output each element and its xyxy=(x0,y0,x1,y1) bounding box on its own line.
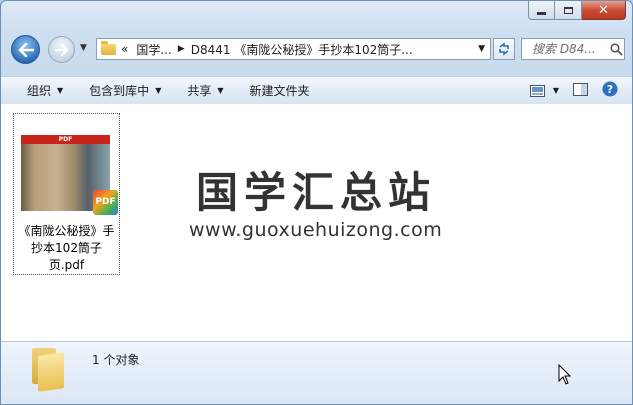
chevron-down-icon: ▼ xyxy=(57,86,64,95)
maximize-icon xyxy=(563,6,573,14)
new-folder-button[interactable]: 新建文件夹 xyxy=(241,77,319,104)
file-item[interactable]: PDF PDF 《南陇公秘授》手抄本102筒子页.pdf xyxy=(13,113,120,275)
help-icon: ? xyxy=(602,81,618,97)
help-button[interactable]: ? xyxy=(602,81,618,100)
include-in-library-menu[interactable]: 包含到库中 ▼ xyxy=(80,77,170,104)
thumbnail-header: PDF xyxy=(21,135,110,144)
file-name[interactable]: 《南陇公秘授》手抄本102筒子页.pdf xyxy=(14,223,119,274)
new-folder-label: 新建文件夹 xyxy=(249,84,310,98)
search-icon[interactable] xyxy=(610,42,623,56)
navigation-bar: ▼ « 国学... ▶ D8441 《南陇公秘授》手抄本102筒子... ▼ xyxy=(1,35,632,67)
breadcrumb-chevron-icon[interactable]: ▶ xyxy=(178,44,185,54)
maximize-button[interactable] xyxy=(555,1,582,20)
view-icon xyxy=(529,84,545,97)
breadcrumb-overflow[interactable]: « xyxy=(121,42,128,56)
caption-buttons: ✕ xyxy=(528,1,626,20)
chevron-down-icon: ▼ xyxy=(155,86,162,95)
recent-pages-dropdown[interactable]: ▼ xyxy=(80,43,87,53)
change-view-button[interactable]: ▼ xyxy=(529,84,559,97)
file-list-area[interactable]: PDF PDF 《南陇公秘授》手抄本102筒子页.pdf 国学汇总站 www.g… xyxy=(1,104,632,341)
forward-button[interactable] xyxy=(48,36,75,63)
refresh-icon xyxy=(499,42,509,56)
mouse-cursor-icon xyxy=(558,364,572,385)
details-pane: 1 个对象 xyxy=(1,341,632,404)
item-count: 1 个对象 xyxy=(92,353,140,367)
svg-text:?: ? xyxy=(607,83,613,96)
folder-icon xyxy=(28,348,71,392)
breadcrumb-item-current[interactable]: D8441 《南陇公秘授》手抄本102筒子... xyxy=(191,41,413,58)
close-icon: ✕ xyxy=(598,2,609,18)
view-controls: ▼ ? xyxy=(529,77,618,104)
back-button[interactable] xyxy=(11,35,40,64)
explorer-window: ✕ ▼ « 国学... ▶ D8441 《南陇公秘授》手抄本102筒子... ▼ xyxy=(0,0,633,405)
chevron-down-icon: ▼ xyxy=(217,86,224,95)
chevron-down-icon[interactable]: ▼ xyxy=(553,86,559,95)
share-label: 共享 xyxy=(187,84,212,98)
address-dropdown-icon[interactable]: ▼ xyxy=(478,44,485,54)
address-bar[interactable]: « 国学... ▶ D8441 《南陇公秘授》手抄本102筒子... ▼ xyxy=(96,38,491,60)
minimize-button[interactable] xyxy=(528,1,555,20)
share-menu[interactable]: 共享 ▼ xyxy=(178,77,232,104)
include-in-library-label: 包含到库中 xyxy=(89,84,150,98)
command-bar: 组织 ▼ 包含到库中 ▼ 共享 ▼ 新建文件夹 ▼ ? xyxy=(1,76,632,105)
organize-label: 组织 xyxy=(27,84,52,98)
watermark-url: www.guoxuehuizong.com xyxy=(189,219,443,241)
back-arrow-icon xyxy=(18,42,34,57)
minimize-icon xyxy=(537,12,546,15)
organize-menu[interactable]: 组织 ▼ xyxy=(18,77,72,104)
forward-arrow-icon xyxy=(54,43,68,56)
search-box[interactable] xyxy=(521,38,625,60)
watermark-title: 国学汇总站 xyxy=(196,168,437,217)
preview-pane-button[interactable] xyxy=(573,82,588,99)
breadcrumb-item-guoxue[interactable]: 国学... xyxy=(136,41,171,58)
folder-icon xyxy=(101,40,116,55)
pdf-icon: PDF xyxy=(93,190,118,215)
search-input[interactable] xyxy=(530,41,610,57)
close-button[interactable]: ✕ xyxy=(582,1,626,20)
preview-pane-icon xyxy=(573,82,588,96)
refresh-button[interactable] xyxy=(493,38,515,60)
